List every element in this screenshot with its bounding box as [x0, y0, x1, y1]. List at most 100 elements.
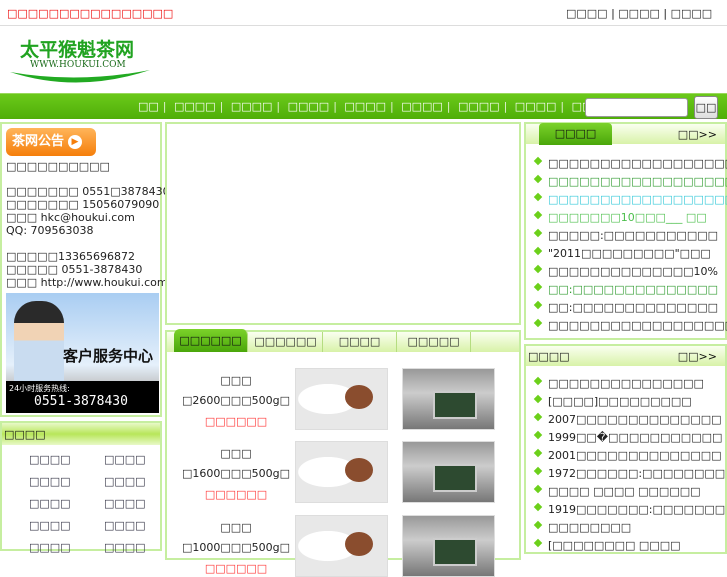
service-title: 客户服务中心 [62, 347, 153, 365]
product-image[interactable] [402, 441, 495, 503]
news-item[interactable]: 1919□□□□□□□:□□□□□□□ [534, 501, 725, 519]
product-name[interactable]: □□□ [167, 374, 305, 387]
product-image[interactable] [295, 368, 388, 430]
banner-area [165, 122, 521, 325]
category-link[interactable]: □□□□ [104, 453, 146, 466]
news-item[interactable]: □□□□ □□□□ □□□□□□ [534, 483, 725, 501]
news-item[interactable]: 2007□□□□□□□□□□□□□□ [534, 411, 725, 429]
category-link[interactable]: □□□□ [29, 497, 71, 510]
news-item[interactable]: □□□□□□□10□□□___ □□ [534, 209, 727, 227]
product-price: □1000□□□500g□ [182, 541, 290, 554]
news-panel-2-title: □□□□ [528, 350, 570, 363]
search-input[interactable] [585, 98, 688, 117]
tab-3[interactable]: □□□□ [323, 332, 397, 352]
news-item[interactable]: □□□□□□□□□□□□□□□□□□ [534, 155, 727, 173]
product-tabs: □□□□□□ □□□□□□ □□□□ □□□□□ [167, 329, 519, 352]
hotline-bar: 24小时服务热线: 0551-3878430 [6, 381, 159, 413]
top-notice: □□□□□□□□□□□□□□□□ [7, 7, 174, 20]
product-price: □1600□□□500g□ [182, 467, 290, 480]
tab-4[interactable]: □□□□□ [397, 332, 471, 352]
category-link[interactable]: □□□□ [104, 497, 146, 510]
product-buy-link[interactable]: □□□□□□ [167, 562, 305, 575]
news-item[interactable]: □□:□□□□□□□□□□□□□□ [534, 281, 727, 299]
news-item[interactable]: 1999□□�□□□□□□□□□□□ [534, 429, 725, 447]
news-item[interactable]: [□□□□]□□□□□□□□□ [534, 393, 725, 411]
service-agent-image [14, 301, 64, 389]
product-image[interactable] [402, 515, 495, 577]
play-icon: ▶ [68, 134, 83, 149]
logo-title: 太平猴魁茶网 [20, 38, 134, 61]
tab-1[interactable]: □□□□□□ [174, 329, 248, 352]
product-buy-link[interactable]: □□□□□□ [167, 488, 305, 501]
main-nav: □□ | □□□□ | □□□□ | □□□□ | □□□□ | □□□□ | □□□□ | … [0, 93, 727, 119]
contact-line: □□□ hkc@houkui.com [6, 211, 135, 224]
contact-line: QQ: 709563038 [6, 224, 94, 237]
notice-button-label: 茶网公告 [12, 134, 65, 149]
news-item[interactable]: □□□□□□□□□□□□□□□ [534, 375, 725, 393]
news-item[interactable]: □□□□□□□□□□□□□□10% [534, 263, 727, 281]
category-link[interactable]: □□□□ [29, 475, 71, 488]
category-link[interactable]: □□□□ [104, 475, 146, 488]
news-item[interactable]: □□□□□□□□□□□□□□□□□□ [534, 317, 727, 335]
product-price: □2600□□□500g□ [182, 394, 290, 407]
logo-url: WWW.HOUKUI.COM [30, 60, 126, 70]
product-buy-link[interactable]: □□□□□□ [167, 415, 305, 428]
product-panel: □□□□□□ □□□□□□ □□□□ □□□□□ □□□ □2600□□□500… [165, 329, 521, 577]
news-item[interactable]: □□□□□□□□□□□□□□□□□□ [534, 191, 727, 209]
nav-item[interactable]: □□□□ [458, 100, 500, 113]
nav-item[interactable]: □□ [138, 100, 159, 113]
hotline-label: 24小时服务热线: [9, 384, 70, 393]
news-panel-1-tab[interactable]: □□□□ [539, 123, 612, 145]
product-image[interactable] [295, 515, 388, 577]
nav-item[interactable]: □□□□ [515, 100, 557, 113]
notice-button[interactable]: 茶网公告 ▶ [6, 128, 96, 156]
contact-line: □□□□□□□ 0551□3878430 [6, 185, 170, 198]
nav-item[interactable]: □□□□ [288, 100, 330, 113]
news-item[interactable]: □□□□□□□□ [534, 519, 725, 537]
top-link-3[interactable]: □□□□ [671, 7, 713, 20]
customer-service-banner[interactable]: 客户服务中心 24小时服务热线: 0551-3878430 [6, 293, 159, 413]
news-item[interactable]: □□□□□□□□□□□□□□□□□□ [534, 173, 727, 191]
nav-item[interactable]: □□□□ [174, 100, 216, 113]
news-item[interactable]: □□:□□□□□□□□□□□□□□ [534, 299, 727, 317]
more-link[interactable]: □□>> [678, 128, 717, 141]
category-link[interactable]: □□□□ [104, 519, 146, 532]
contact-line: □□□□□ 0551-3878430 [6, 263, 143, 276]
news-panel-1: □□□□ □□>> □□□□□□□□□□□□□□□□□□ □□□□□□□□□□□□… [524, 122, 727, 340]
tab-2[interactable]: □□□□□□ [249, 332, 323, 352]
search-button[interactable]: □□ [694, 96, 718, 119]
category-link[interactable]: □□□□ [29, 453, 71, 466]
news-panel-2: □□□□ □□>> □□□□□□□□□□□□□□□ [□□□□]□□□□□□□□□… [524, 344, 727, 554]
more-link[interactable]: □□>> [678, 350, 717, 363]
hotline-number: 0551-3878430 [34, 394, 128, 409]
company-name: □□□□□□□□□□ [6, 160, 110, 173]
contact-panel: 茶网公告 ▶ □□□□□□□□□□ □□□□□□□ 0551□3878430 □□… [0, 122, 170, 417]
top-bar: □□□□□□□□□□□□□□□□ □□□□ | □□□□ | □□□□ [0, 0, 727, 26]
category-title: □□□□ [2, 423, 160, 445]
top-links: □□□□ | □□□□ | □□□□ [566, 7, 713, 20]
site-logo[interactable]: 太平猴魁茶网 WWW.HOUKUI.COM [8, 34, 153, 86]
nav-item[interactable]: □□□□ [231, 100, 273, 113]
nav-item[interactable]: □□□□ [344, 100, 386, 113]
contact-line: □□□□□□□ 15056079090 [6, 198, 160, 211]
product-image[interactable] [402, 368, 495, 430]
news-item[interactable]: □□□□□:□□□□□□□□□□□ [534, 227, 727, 245]
news-item[interactable]: 2001□□□□□□□□□□□□□□ [534, 447, 725, 465]
top-link-2[interactable]: □□□□ [618, 7, 660, 20]
category-panel: □□□□ □□□□ □□□□ □□□□ □□□□ □□□□ □□□□ □□□□ … [0, 421, 162, 554]
news-item[interactable]: [□□□□□□□□ □□□□ [534, 537, 725, 555]
top-link-1[interactable]: □□□□ [566, 7, 608, 20]
nav-item[interactable]: □□□□ [401, 100, 443, 113]
contact-line: □□□□□13365696872 [6, 250, 135, 263]
product-name[interactable]: □□□ [167, 521, 305, 534]
news-list: □□□□□□□□□□□□□□□□□□ □□□□□□□□□□□□□□□□□□ □□□□… [534, 155, 727, 335]
category-link[interactable]: □□□□ [29, 519, 71, 532]
news-list: □□□□□□□□□□□□□□□ [□□□□]□□□□□□□□□ 2007□□□□□□… [534, 375, 725, 555]
category-link[interactable]: □□□□ [104, 541, 146, 554]
contact-line: □□□ http://www.houkui.com [6, 276, 168, 289]
category-link[interactable]: □□□□ [29, 541, 71, 554]
news-item[interactable]: 1972□□□□□□:□□□□□□□□ [534, 465, 725, 483]
product-name[interactable]: □□□ [167, 447, 305, 460]
product-image[interactable] [295, 441, 388, 503]
news-item[interactable]: "2011□□□□□□□□□"□□□ [534, 245, 727, 263]
